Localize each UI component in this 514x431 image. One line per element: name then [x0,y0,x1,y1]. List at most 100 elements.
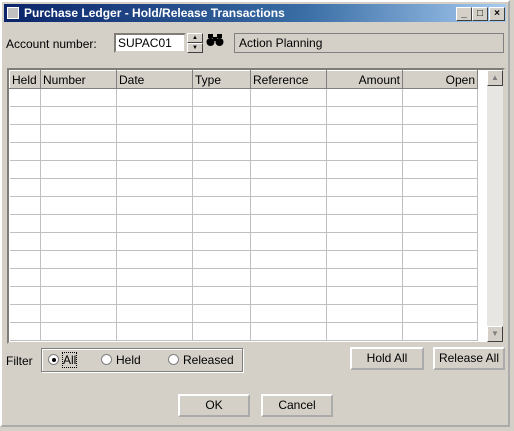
table-cell [250,232,327,251]
filter-all-radio[interactable]: All [48,352,78,368]
transactions-grid[interactable]: Held Number Date Type Reference Amount O… [7,68,505,344]
radio-unselected-icon [101,354,112,365]
table-cell [116,250,193,269]
table-cell [116,232,193,251]
title-bar: Purchase Ledger - Hold/Release Transacti… [4,4,506,22]
table-row[interactable] [9,88,478,107]
table-row[interactable] [9,214,478,233]
col-date[interactable]: Date [116,70,193,89]
table-cell [116,178,193,197]
release-all-button[interactable]: Release All [433,347,505,370]
transactions-table: Held Number Date Type Reference Amount O… [9,70,478,341]
table-cell [326,88,403,107]
close-button[interactable]: × [489,7,505,21]
scroll-up-icon[interactable]: ▲ [487,70,503,86]
table-row[interactable] [9,106,478,125]
table-cell [326,214,403,233]
table-cell [192,214,251,233]
table-cell [116,322,193,341]
binoculars-icon-svg [206,34,224,46]
filter-held-radio[interactable]: Held [101,353,141,367]
minimize-button[interactable]: _ [456,7,472,21]
table-cell [9,322,41,341]
table-row[interactable] [9,322,478,341]
col-held[interactable]: Held [9,70,41,89]
table-row[interactable] [9,232,478,251]
table-row[interactable] [9,160,478,179]
cancel-button[interactable]: Cancel [261,394,333,417]
table-cell [40,214,117,233]
filter-held-label: Held [116,353,141,367]
table-row[interactable] [9,286,478,305]
table-cell [250,178,327,197]
table-cell [326,322,403,341]
table-cell [40,232,117,251]
table-cell [116,286,193,305]
table-cell [250,286,327,305]
table-cell [9,286,41,305]
table-cell [326,106,403,125]
col-type[interactable]: Type [192,70,251,89]
table-row[interactable] [9,178,478,197]
col-amount[interactable]: Amount [326,70,403,89]
table-cell [250,106,327,125]
table-cell [326,142,403,161]
table-cell [326,304,403,323]
radio-selected-icon [48,354,59,365]
table-cell [9,160,41,179]
table-cell [402,268,478,287]
hold-release-window: Purchase Ledger - Hold/Release Transacti… [0,0,510,427]
account-spinner[interactable]: ▲ ▼ [187,33,203,53]
table-cell [402,106,478,125]
table-row[interactable] [9,142,478,161]
table-cell [250,160,327,179]
table-cell [9,178,41,197]
table-cell [9,124,41,143]
window-title: Purchase Ledger - Hold/Release Transacti… [24,6,285,20]
spin-down-icon[interactable]: ▼ [187,43,203,53]
table-cell [116,214,193,233]
table-row[interactable] [9,124,478,143]
table-cell [192,196,251,215]
table-cell [250,250,327,269]
table-cell [402,214,478,233]
maximize-button[interactable]: □ [472,7,488,21]
table-cell [116,304,193,323]
table-cell [326,250,403,269]
vertical-scrollbar[interactable]: ▲ ▼ [487,70,503,342]
scroll-down-icon[interactable]: ▼ [487,326,503,342]
table-row[interactable] [9,268,478,287]
radio-unselected-icon [168,354,179,365]
col-open[interactable]: Open [402,70,478,89]
table-cell [192,106,251,125]
table-cell [40,178,117,197]
ok-button[interactable]: OK [178,394,250,417]
table-cell [40,322,117,341]
table-cell [326,232,403,251]
spin-up-icon[interactable]: ▲ [187,33,203,43]
table-row[interactable] [9,304,478,323]
col-reference[interactable]: Reference [250,70,327,89]
binoculars-icon[interactable] [205,33,225,53]
table-row[interactable] [9,196,478,215]
table-cell [9,250,41,269]
table-cell [326,178,403,197]
table-cell [40,106,117,125]
table-cell [402,196,478,215]
table-cell [40,88,117,107]
table-row[interactable] [9,250,478,269]
table-cell [40,268,117,287]
filter-label: Filter [6,354,33,368]
table-cell [192,250,251,269]
table-cell [40,124,117,143]
table-cell [40,196,117,215]
account-number-input[interactable] [114,33,186,53]
table-cell [40,286,117,305]
table-cell [9,142,41,161]
table-cell [40,304,117,323]
filter-released-radio[interactable]: Released [168,353,234,367]
hold-all-button[interactable]: Hold All [350,347,424,370]
table-cell [192,286,251,305]
col-number[interactable]: Number [40,70,117,89]
table-cell [9,196,41,215]
